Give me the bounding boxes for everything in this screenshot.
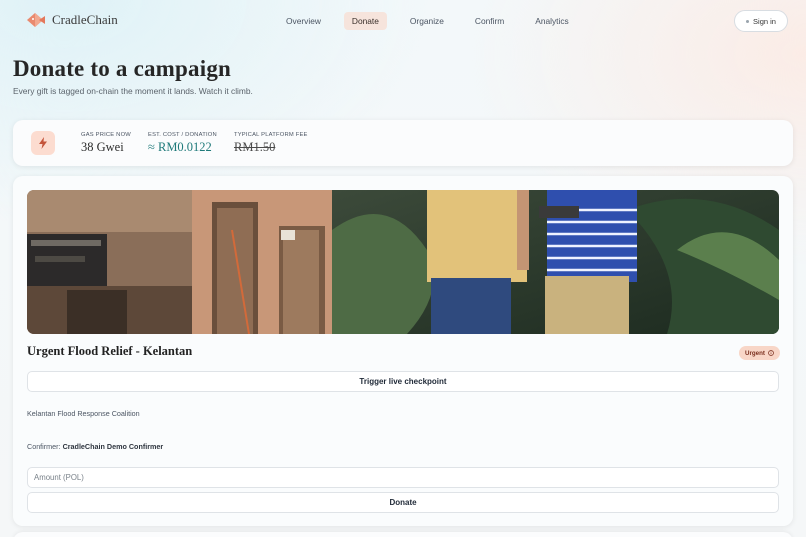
dot-icon xyxy=(746,19,750,23)
top-nav: CradleChain Overview Donate Organize Con… xyxy=(0,0,806,42)
trigger-checkpoint-button[interactable]: Trigger live checkpoint xyxy=(27,371,779,392)
urgent-badge: Urgent xyxy=(739,346,780,360)
next-card-edge xyxy=(13,532,793,537)
brand[interactable]: CradleChain xyxy=(26,12,118,28)
tab-confirm[interactable]: Confirm xyxy=(467,12,512,30)
info-icon xyxy=(768,350,774,356)
fish-logo-icon xyxy=(27,13,45,27)
platform-fee-value: RM1.50 xyxy=(234,140,276,154)
gas-icon-tile xyxy=(31,131,55,155)
organization-name: Kelantan Flood Response Coalition xyxy=(27,409,140,418)
tab-analytics[interactable]: Analytics xyxy=(527,12,577,30)
sign-in-label: Sign in xyxy=(753,16,776,26)
gas-info-card: GAS PRICE NOW 38 Gwei EST. COST / DONATI… xyxy=(13,120,793,166)
campaign-photo xyxy=(27,190,779,334)
page-title: Donate to a campaign xyxy=(13,56,232,81)
tab-overview[interactable]: Overview xyxy=(278,12,329,30)
page-subtitle: Every gift is tagged on-chain the moment… xyxy=(13,86,253,96)
amount-input[interactable] xyxy=(27,467,779,488)
urgent-badge-label: Urgent xyxy=(745,349,765,357)
gas-price-label: GAS PRICE NOW xyxy=(81,132,131,138)
lightning-icon xyxy=(39,137,47,149)
est-cost-value: ≈ RM0.0122 xyxy=(148,140,212,154)
tab-organize[interactable]: Organize xyxy=(402,12,452,30)
platform-fee-stat: TYPICAL PLATFORM FEE RM1.50 xyxy=(234,132,308,155)
tab-donate[interactable]: Donate xyxy=(343,12,387,30)
confirmer-name: CradleChain Demo Confirmer xyxy=(62,442,164,451)
campaign-card: Urgent Flood Relief - Kelantan Urgent Tr… xyxy=(13,176,793,526)
est-cost-label: EST. COST / DONATION xyxy=(148,132,217,138)
donate-button[interactable]: Donate xyxy=(27,492,779,513)
gas-price-value: 38 Gwei xyxy=(81,140,124,154)
est-cost-stat: EST. COST / DONATION ≈ RM0.0122 xyxy=(148,132,217,155)
confirmer-label: Confirmer: xyxy=(27,442,61,451)
gas-price-stat: GAS PRICE NOW 38 Gwei xyxy=(81,132,131,155)
nav-tabs: Overview Donate Organize Confirm Analyti… xyxy=(278,12,577,30)
brand-name: CradleChain xyxy=(52,12,118,27)
confirmer-line: Confirmer: CradleChain Demo Confirmer xyxy=(27,442,163,451)
sign-in-button[interactable]: Sign in xyxy=(734,10,788,32)
platform-fee-label: TYPICAL PLATFORM FEE xyxy=(234,132,308,138)
campaign-title: Urgent Flood Relief - Kelantan xyxy=(27,344,193,358)
